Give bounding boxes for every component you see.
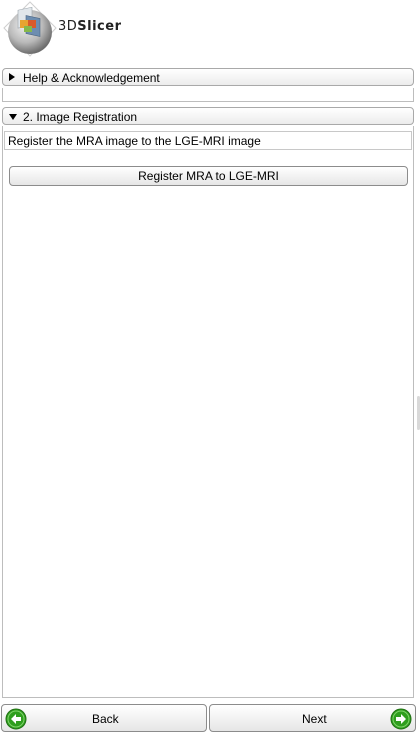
collapse-arrow-icon — [9, 114, 17, 120]
registration-section-body — [2, 126, 414, 698]
slicer-logo: 3DSlicer — [0, 0, 130, 62]
help-section-label: Help & Acknowledgement — [23, 71, 160, 85]
registration-description-box: Register the MRA image to the LGE-MRI im… — [4, 131, 412, 150]
slicer-logo-icon — [3, 1, 57, 57]
expand-arrow-icon — [9, 73, 15, 81]
help-section-header[interactable]: Help & Acknowledgement — [2, 68, 414, 86]
registration-section-header[interactable]: 2. Image Registration — [2, 107, 414, 125]
slicer-logo-text: 3DSlicer — [58, 19, 122, 34]
next-label: Next — [302, 712, 327, 726]
wizard-navigation: Back Next — [0, 704, 420, 734]
help-section-body — [2, 88, 414, 102]
register-mra-button[interactable]: Register MRA to LGE-MRI — [9, 166, 408, 186]
back-label: Back — [92, 712, 119, 726]
next-button[interactable]: Next — [209, 704, 416, 732]
registration-description: Register the MRA image to the LGE-MRI im… — [8, 134, 261, 148]
registration-section-label: 2. Image Registration — [23, 110, 138, 124]
arrow-right-circle-icon — [390, 708, 412, 730]
arrow-left-circle-icon — [5, 708, 27, 730]
back-button[interactable]: Back — [1, 704, 207, 732]
